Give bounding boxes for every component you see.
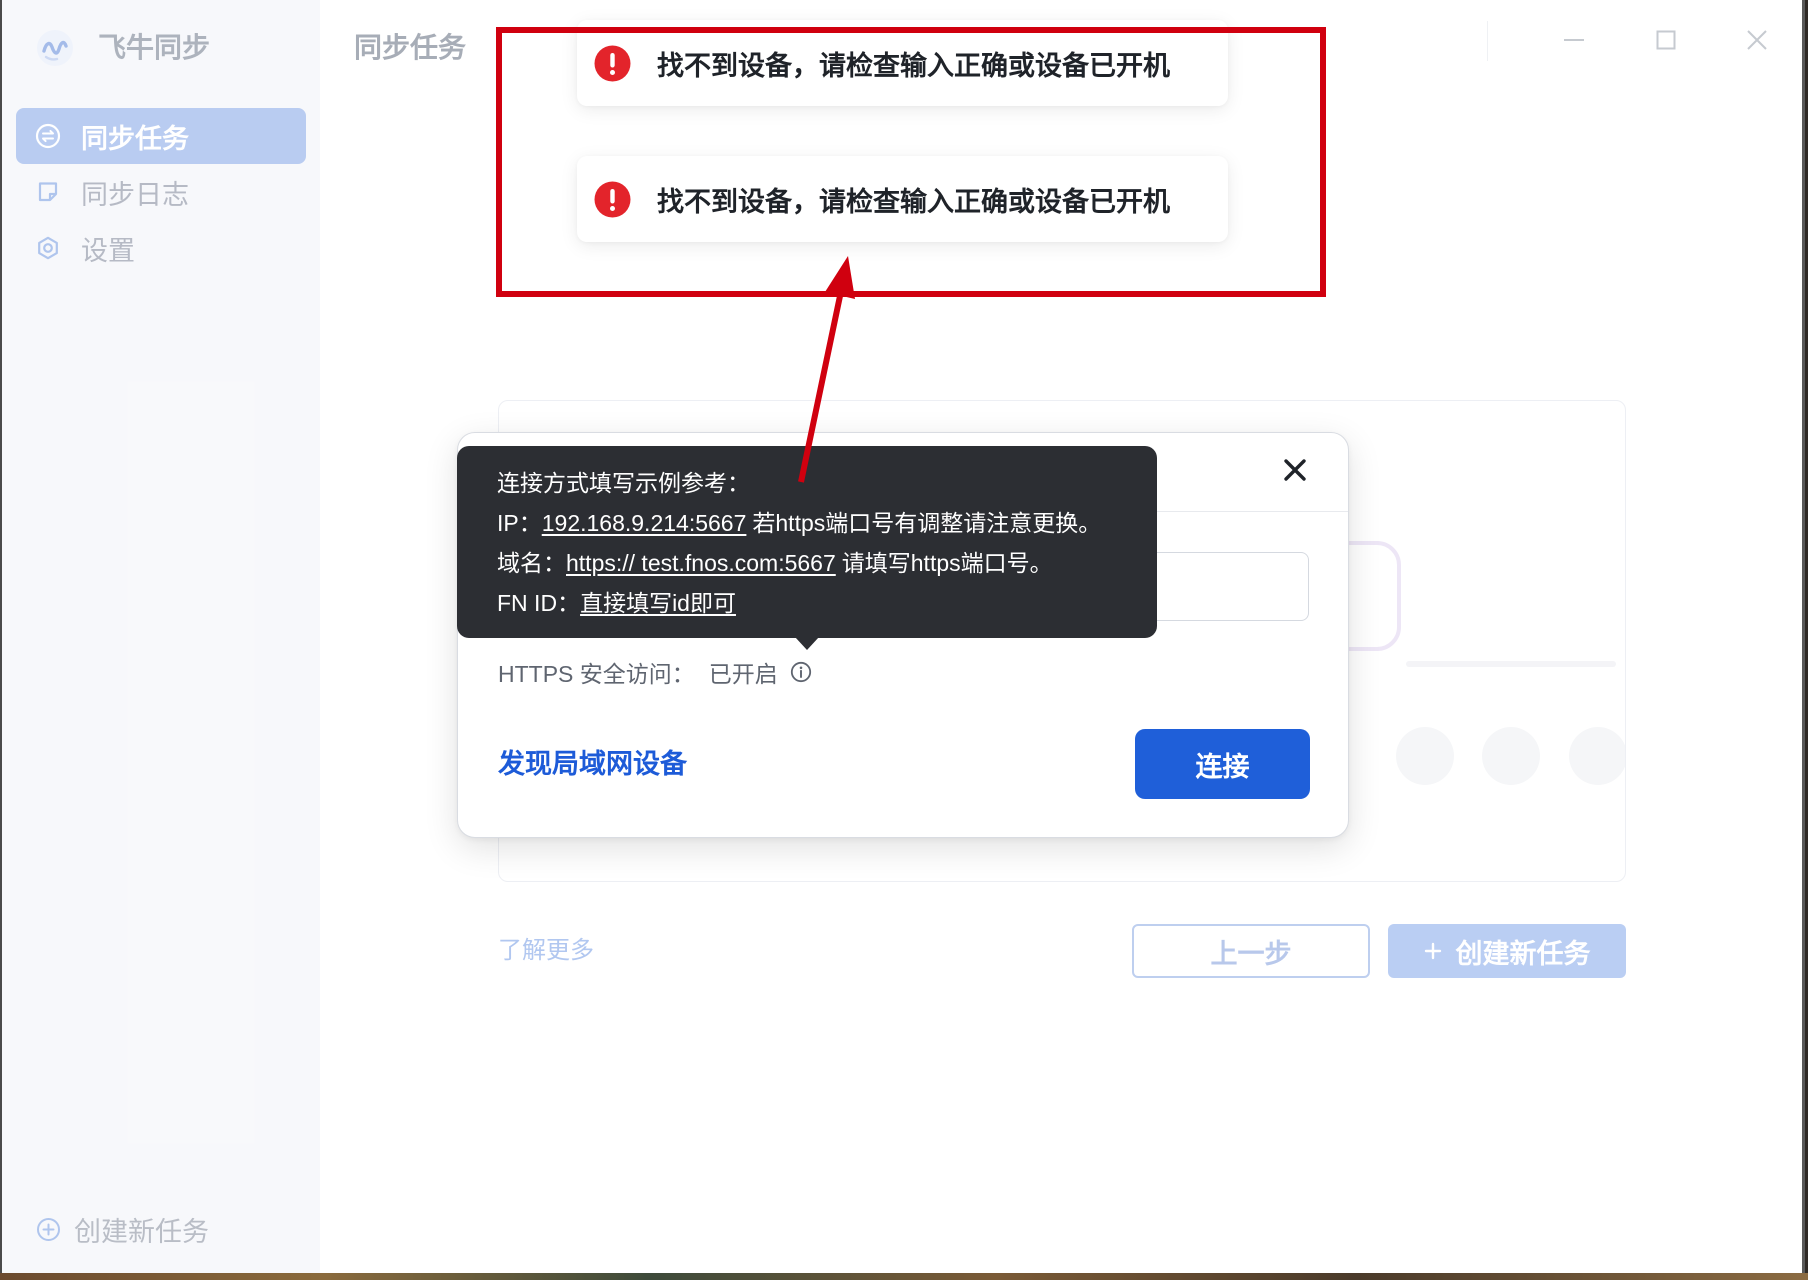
tooltip-example-value: https:// test.fnos.com:5667 [566,550,836,576]
desktop-background [0,1273,1808,1280]
https-label: HTTPS 安全访问： [498,661,695,687]
toast-message: 找不到设备，请检查输入正确或设备已开机 [657,50,1170,81]
info-icon[interactable] [790,661,812,683]
tooltip-line-fnid: FN ID：直接填写id即可 [497,583,1127,623]
tooltip-note: 若https端口号有调整请注意更换。 [752,510,1102,536]
tooltip-example-value: 直接填写id即可 [580,590,736,616]
connection-help-tooltip: 连接方式填写示例参考： IP：192.168.9.214:5667 若https端… [457,446,1157,650]
app-window: 飞牛同步 同步任务 同步日志 设置 创建新任务 同步任务 了解更多 上一步 创建… [0,0,1804,1273]
tooltip-note: 请填写https端口号。 [841,550,1053,576]
error-toast: 找不到设备，请检查输入正确或设备已开机 [577,20,1228,106]
tooltip-line-domain: 域名：https:// test.fnos.com:5667 请填写https端口… [497,543,1127,583]
tooltip-arrow [795,637,819,650]
toast-message: 找不到设备，请检查输入正确或设备已开机 [657,186,1170,217]
tooltip-prefix: IP： [497,510,542,536]
error-toast: 找不到设备，请检查输入正确或设备已开机 [577,156,1228,242]
error-icon [594,45,631,82]
discover-lan-devices-link[interactable]: 发现局域网设备 [498,748,687,780]
window-border-right [1802,0,1805,1273]
tooltip-example-value: 192.168.9.214:5667 [541,510,747,536]
window-border-left [0,0,2,1273]
dialog-close-button[interactable] [1275,450,1315,490]
https-access-row: HTTPS 安全访问： 已开启 [498,658,812,687]
error-icon [594,181,631,218]
tooltip-prefix: FN ID： [497,590,581,616]
close-icon [1284,459,1306,481]
connect-button[interactable]: 连接 [1135,729,1310,799]
tooltip-line-ip: IP：192.168.9.214:5667 若https端口号有调整请注意更换。 [497,503,1127,543]
tooltip-prefix: 域名： [497,550,566,576]
https-status: 已开启 [708,661,778,687]
tooltip-title: 连接方式填写示例参考： [497,470,750,496]
